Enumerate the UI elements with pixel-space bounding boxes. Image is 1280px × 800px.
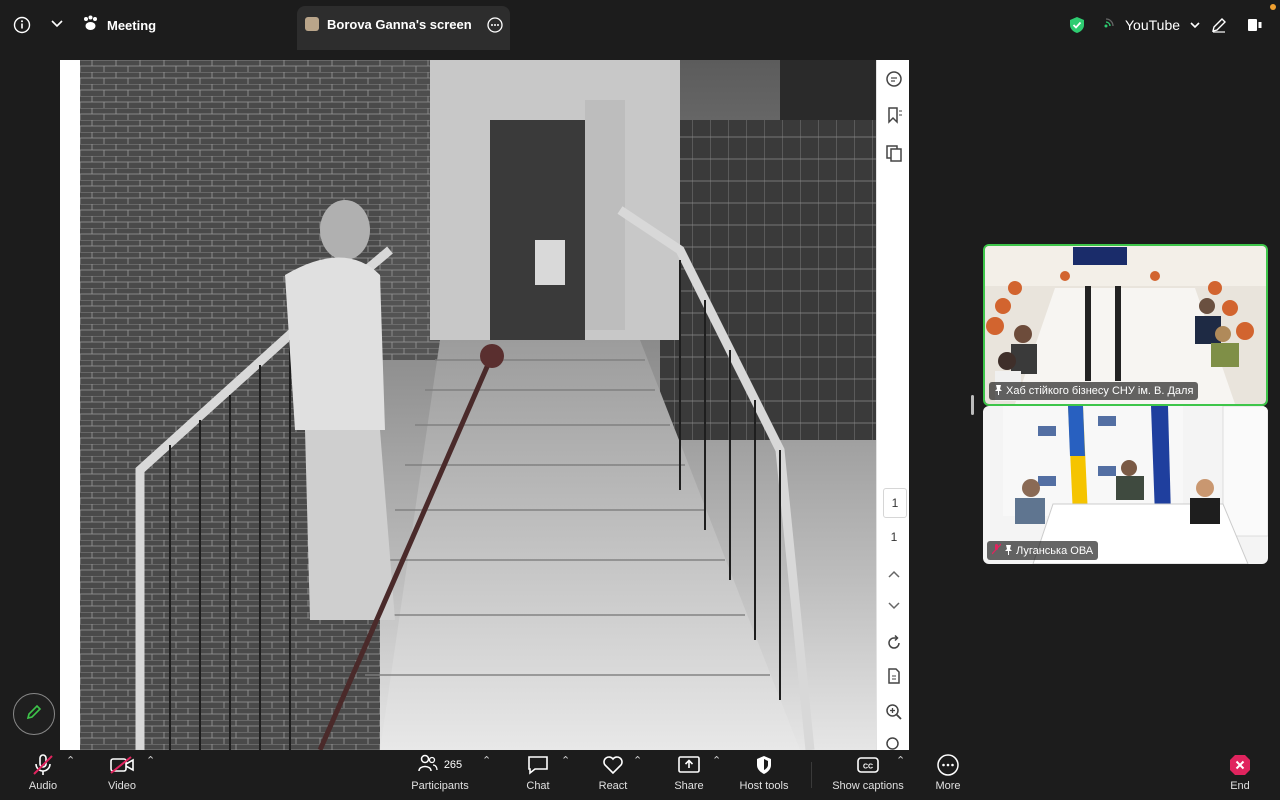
- video-off-icon: [109, 752, 135, 778]
- share-screen-icon: [677, 752, 701, 778]
- chat-caret-icon[interactable]: ⌃: [561, 754, 570, 767]
- rotate-icon[interactable]: [885, 634, 903, 652]
- participants-count: 265: [443, 759, 463, 771]
- video-tile-hub[interactable]: Хаб стійкого бізнесу СНУ ім. В. Даля: [983, 244, 1268, 406]
- share-caret-icon[interactable]: ⌃: [712, 754, 721, 767]
- tab-label: Borova Ganna's screen: [327, 17, 472, 32]
- participant-label: Хаб стійкого бізнесу СНУ ім. В. Даля: [989, 382, 1199, 400]
- top-bar: Meeting Borova Ganna's screen YouTube: [0, 0, 1280, 50]
- captions-icon: CC: [856, 752, 880, 778]
- participants-label: Participants: [411, 780, 469, 792]
- audio-caret-icon[interactable]: ⌃: [66, 754, 75, 767]
- video-caret-icon[interactable]: ⌃: [146, 754, 155, 767]
- chevron-up-icon[interactable]: [885, 566, 903, 584]
- total-pages: 1: [890, 530, 898, 544]
- signal-icon: [1103, 16, 1115, 34]
- audio-button[interactable]: Audio: [22, 750, 64, 800]
- end-button[interactable]: End: [1222, 750, 1258, 800]
- document-icon[interactable]: [885, 667, 903, 685]
- captions-label: Show captions: [832, 780, 904, 792]
- host-tools-label: Host tools: [739, 780, 789, 792]
- react-caret-icon[interactable]: ⌃: [633, 754, 642, 767]
- participants-icon: [418, 754, 438, 777]
- shield-check-icon[interactable]: [1068, 16, 1086, 34]
- more-button[interactable]: More: [930, 750, 966, 800]
- pencil-icon[interactable]: [1210, 16, 1228, 34]
- staircase-photo-image: [80, 60, 876, 750]
- chevron-down-icon[interactable]: [885, 596, 903, 614]
- host-tools-button[interactable]: Host tools: [734, 750, 794, 800]
- chat-button[interactable]: Chat: [520, 750, 556, 800]
- more-label: More: [935, 780, 961, 792]
- youtube-label: YouTube: [1125, 17, 1181, 33]
- muted-mic-icon: [32, 752, 54, 778]
- audio-label: Audio: [28, 780, 58, 792]
- notification-dot: [1270, 4, 1276, 10]
- zoom-in-icon[interactable]: [885, 703, 903, 721]
- shared-photo: [80, 60, 876, 750]
- shield-icon: [754, 752, 774, 778]
- meeting-label: Meeting: [107, 17, 157, 33]
- more-icon: [936, 752, 960, 778]
- participant-name: Луганська ОВА: [1016, 544, 1094, 557]
- meeting-menu[interactable]: Meeting: [82, 15, 156, 35]
- copy-icon[interactable]: [885, 144, 903, 162]
- participants-caret-icon[interactable]: ⌃: [482, 754, 491, 767]
- current-page-input[interactable]: 1: [883, 488, 907, 518]
- react-button[interactable]: React: [594, 750, 632, 800]
- participant-label: Луганська ОВА: [987, 541, 1099, 560]
- participant-name: Хаб стійкого бізнесу СНУ ім. В. Даля: [1006, 385, 1194, 397]
- video-button[interactable]: Video: [100, 750, 144, 800]
- info-icon[interactable]: [12, 15, 32, 35]
- meeting-toolbar: Audio ⌃ Video ⌃ 265 Participants ⌃ Chat …: [0, 750, 1280, 800]
- captions-caret-icon[interactable]: ⌃: [896, 754, 905, 767]
- sidebar-toggle-icon[interactable]: [1246, 16, 1264, 34]
- participants-button[interactable]: 265 Participants: [404, 750, 476, 800]
- video-tile-luhansk[interactable]: Луганська ОВА: [983, 406, 1268, 564]
- svg-text:CC: CC: [863, 764, 873, 771]
- share-label: Share: [674, 780, 704, 792]
- end-call-icon: [1228, 752, 1252, 778]
- ellipsis-icon[interactable]: [487, 17, 503, 38]
- share-button[interactable]: Share: [670, 750, 708, 800]
- chat-label: Chat: [526, 780, 550, 792]
- pen-icon: [25, 703, 43, 726]
- annotate-button[interactable]: [13, 693, 55, 735]
- shared-screen[interactable]: 1 1: [60, 60, 909, 750]
- pin-icon: [1004, 544, 1013, 558]
- video-label: Video: [108, 780, 136, 792]
- conference-room-video: [985, 246, 1266, 404]
- toolbar-divider: [811, 762, 812, 788]
- paw-icon: [82, 15, 99, 36]
- chat-icon: [527, 752, 549, 778]
- pdf-viewer-rail: 1 1: [876, 60, 909, 750]
- comment-icon[interactable]: [885, 70, 903, 88]
- muted-mic-icon: [991, 543, 1002, 558]
- react-label: React: [598, 780, 628, 792]
- participants-icon-group: 265: [418, 752, 462, 778]
- chevron-down-icon[interactable]: [49, 16, 65, 32]
- bookmark-icon[interactable]: [885, 106, 903, 124]
- chevron-down-icon: [1190, 16, 1200, 34]
- pin-icon: [994, 384, 1003, 398]
- screen-share-tab[interactable]: Borova Ganna's screen: [297, 6, 510, 50]
- heart-icon: [602, 752, 624, 778]
- end-label: End: [1230, 780, 1250, 792]
- panel-resize-handle[interactable]: [971, 395, 974, 415]
- tab-avatar: [305, 17, 319, 31]
- youtube-stream-menu[interactable]: YouTube: [1103, 15, 1200, 35]
- zoom-out-icon[interactable]: [885, 736, 903, 750]
